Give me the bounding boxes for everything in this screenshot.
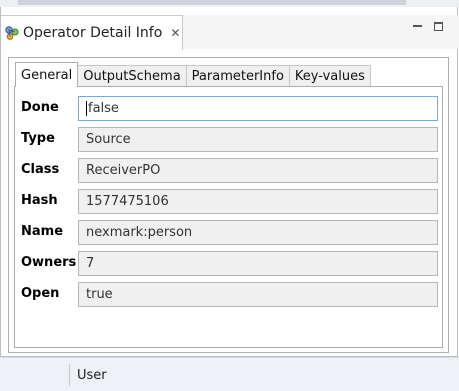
field-value-open[interactable]: true — [78, 282, 438, 307]
field-row-type: Type Source — [15, 127, 444, 152]
tab-outputschema[interactable]: OutputSchema — [78, 65, 187, 87]
view-controls — [413, 21, 443, 31]
status-separator — [69, 364, 70, 386]
detail-tabs: General OutputSchema ParameterInfo Key-v… — [15, 62, 371, 87]
operator-detail-view: Operator Detail Info ✕ General OutputSch… — [0, 7, 459, 357]
field-value-type[interactable]: Source — [78, 127, 438, 152]
field-row-hash: Hash 1577475106 — [15, 189, 444, 214]
text-caret — [86, 101, 87, 116]
field-row-open: Open true — [15, 282, 444, 307]
field-row-name: Name nexmark:person — [15, 220, 444, 245]
field-value-owners[interactable]: 7 — [78, 251, 438, 276]
status-user-text: User — [77, 368, 107, 383]
horizontal-scrollbar[interactable] — [18, 0, 406, 5]
status-bar: User — [0, 357, 459, 391]
tab-key-values[interactable]: Key-values — [289, 65, 371, 87]
field-row-class: Class ReceiverPO — [15, 158, 444, 183]
maximize-icon[interactable] — [434, 22, 443, 31]
field-value-name[interactable]: nexmark:person — [78, 220, 438, 245]
field-value-hash[interactable]: 1577475106 — [78, 189, 438, 214]
minimize-icon[interactable] — [413, 21, 422, 31]
field-label-open: Open — [21, 286, 60, 301]
top-strip — [0, 0, 459, 7]
field-label-hash: Hash — [21, 193, 58, 208]
field-label-class: Class — [21, 162, 60, 177]
tab-parameterinfo[interactable]: ParameterInfo — [186, 65, 290, 87]
field-label-done: Done — [21, 100, 59, 115]
view-title: Operator Detail Info — [23, 25, 163, 41]
tab-general[interactable]: General — [15, 62, 79, 87]
field-row-done: Done false — [15, 96, 444, 121]
field-label-name: Name — [21, 224, 64, 239]
form-area: General OutputSchema ParameterInfo Key-v… — [8, 57, 449, 353]
operator-icon — [5, 26, 19, 40]
view-tab-operator-detail[interactable]: Operator Detail Info ✕ — [1, 15, 183, 50]
field-label-type: Type — [21, 131, 55, 146]
field-value-done-text: false — [88, 101, 119, 116]
field-value-done[interactable]: false — [78, 96, 438, 121]
field-row-owners: Owners 7 — [15, 251, 444, 276]
close-icon[interactable]: ✕ — [170, 27, 180, 39]
general-panel: Done false Type Source Class ReceiverPO … — [14, 86, 443, 348]
field-value-class[interactable]: ReceiverPO — [78, 158, 438, 183]
field-label-owners: Owners — [21, 255, 77, 270]
